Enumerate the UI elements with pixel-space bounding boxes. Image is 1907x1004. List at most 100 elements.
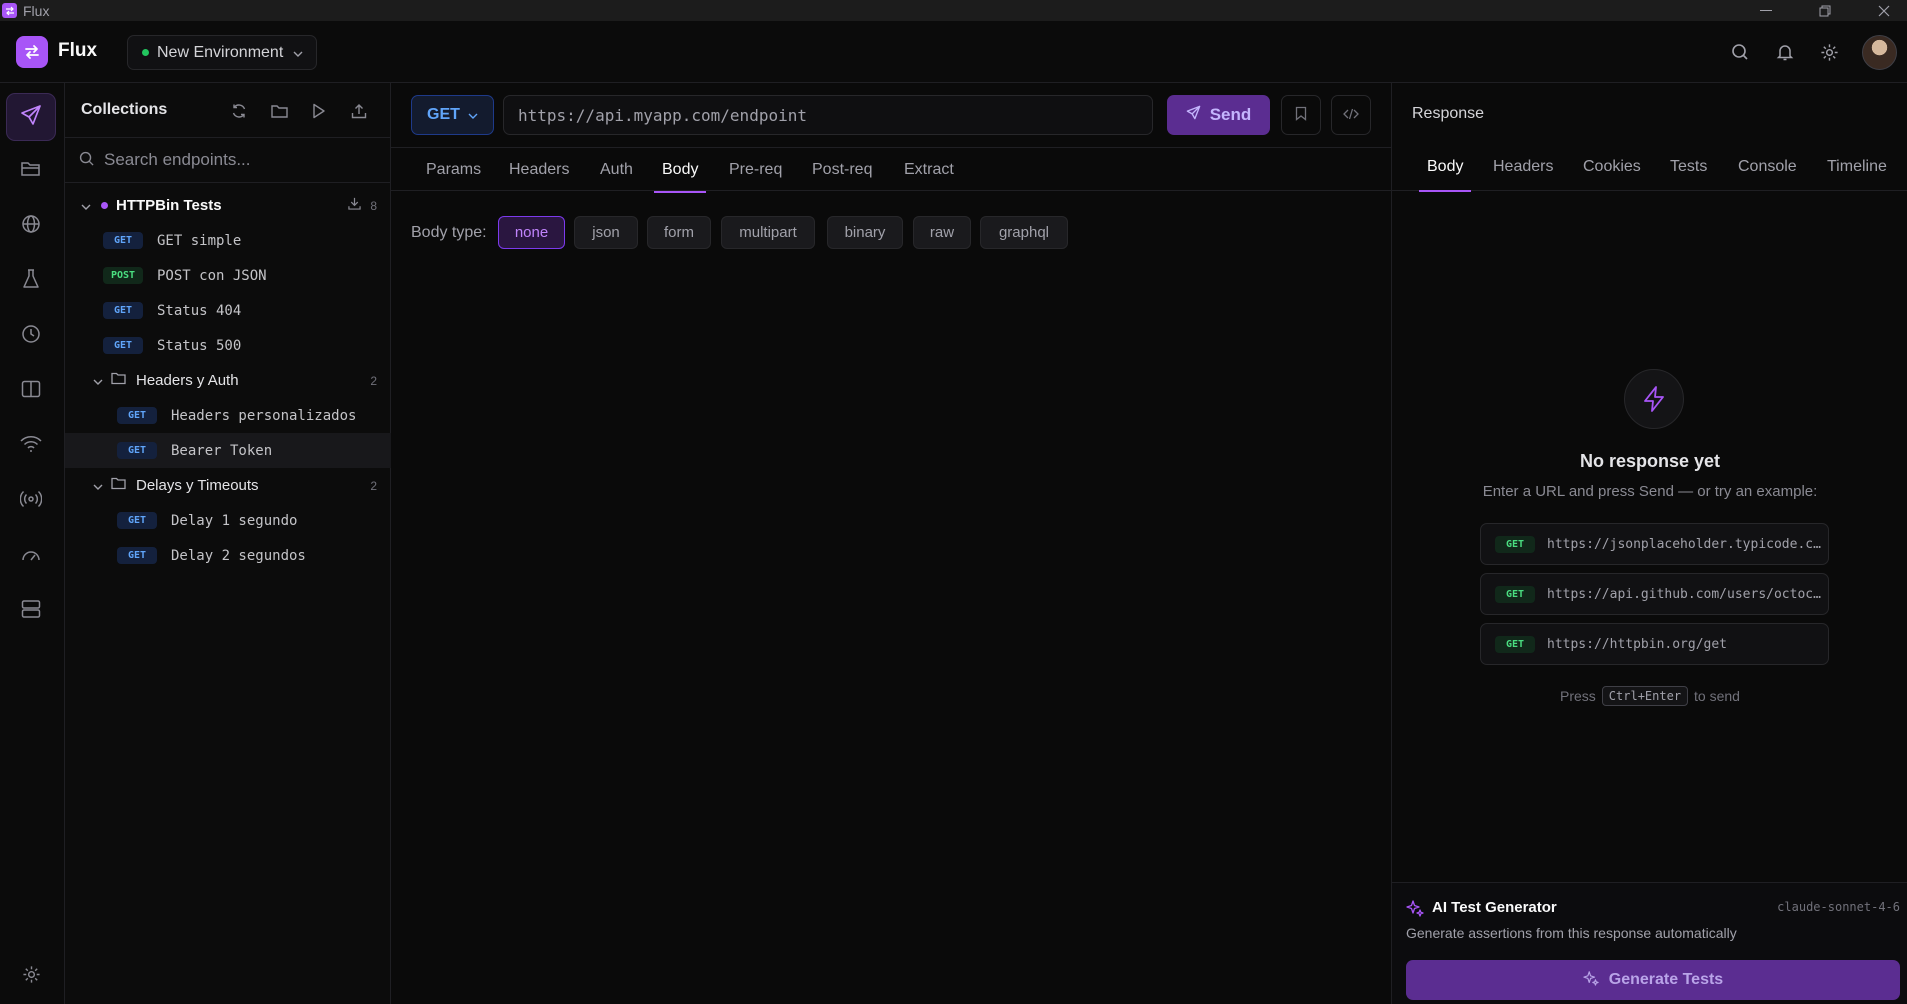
list-item[interactable]: GET Status 404 xyxy=(65,293,391,328)
gear-icon xyxy=(22,965,41,988)
tab-params[interactable]: Params xyxy=(426,148,481,192)
request-name: Delay 2 segundos xyxy=(171,547,306,564)
avatar[interactable] xyxy=(1862,35,1897,70)
folder-icon[interactable] xyxy=(265,97,293,125)
flask-icon xyxy=(22,269,40,293)
tab-pre-req[interactable]: Pre-req xyxy=(729,148,782,192)
body-type-form[interactable]: form xyxy=(647,216,711,249)
bell-icon[interactable] xyxy=(1774,41,1796,63)
rail-item-performance[interactable] xyxy=(6,532,56,580)
body-type-binary[interactable]: binary xyxy=(827,216,903,249)
nav-rail xyxy=(0,83,65,1004)
tab-response-body[interactable]: Body xyxy=(1418,143,1473,192)
method-selector[interactable]: GET xyxy=(411,95,494,135)
method-badge: GET xyxy=(117,442,157,459)
environment-selector[interactable]: New Environment xyxy=(127,35,317,70)
download-icon[interactable] xyxy=(348,197,361,214)
rail-item-servers[interactable] xyxy=(6,587,56,635)
rail-item-history[interactable] xyxy=(6,312,56,360)
body-type-multipart[interactable]: multipart xyxy=(721,216,815,249)
method-badge: GET xyxy=(117,512,157,529)
rail-item-tests[interactable] xyxy=(6,257,56,305)
globe-icon xyxy=(21,214,41,238)
play-icon[interactable] xyxy=(305,97,333,125)
clock-icon xyxy=(21,324,41,348)
list-item[interactable]: GET Status 500 xyxy=(65,328,391,363)
bookmark-button[interactable] xyxy=(1281,95,1321,135)
rail-item-docs[interactable] xyxy=(6,367,56,415)
rail-item-realtime[interactable] xyxy=(6,477,56,525)
tab-response-tests[interactable]: Tests xyxy=(1670,143,1707,191)
send-button[interactable]: Send xyxy=(1167,95,1270,135)
tab-response-headers[interactable]: Headers xyxy=(1493,143,1553,191)
request-name: Headers personalizados xyxy=(171,407,357,424)
refresh-icon[interactable] xyxy=(225,97,253,125)
body-type-graphql[interactable]: graphql xyxy=(980,216,1068,249)
rail-item-requests[interactable] xyxy=(6,93,56,141)
search-icon[interactable] xyxy=(1729,41,1751,63)
list-item[interactable]: GET Bearer Token xyxy=(65,433,391,468)
list-item[interactable]: GET Delay 2 segundos xyxy=(65,538,391,573)
ai-title: AI Test Generator xyxy=(1432,899,1557,916)
tab-response-timeline[interactable]: Timeline xyxy=(1827,143,1887,191)
search-icon xyxy=(79,151,94,170)
tab-headers[interactable]: Headers xyxy=(509,148,569,192)
example-request[interactable]: GET https://httpbin.org/get xyxy=(1480,623,1829,665)
gear-icon[interactable] xyxy=(1818,41,1840,63)
folder-open-icon xyxy=(21,160,41,182)
close-icon[interactable] xyxy=(1861,0,1907,21)
request-name: Status 404 xyxy=(157,302,242,319)
folder-name: Headers y Auth xyxy=(136,372,239,389)
window-titlebar: Flux xyxy=(0,0,1907,21)
ai-model: claude-sonnet-4-6 xyxy=(1777,900,1900,914)
environment-name: New Environment xyxy=(157,43,284,61)
list-item[interactable]: GET GET simple xyxy=(65,223,391,258)
example-request[interactable]: GET https://jsonplaceholder.typicode.com… xyxy=(1480,523,1829,565)
method-badge: GET xyxy=(103,302,143,319)
rail-item-websocket[interactable] xyxy=(6,422,56,470)
body-type-raw[interactable]: raw xyxy=(913,216,971,249)
rail-item-environments[interactable] xyxy=(6,202,56,250)
list-item[interactable]: GET Headers personalizados xyxy=(65,398,391,433)
url-bar xyxy=(503,95,1153,135)
search-input[interactable] xyxy=(104,150,364,170)
bookmark-icon xyxy=(1295,106,1307,125)
folder-item[interactable]: Headers y Auth 2 xyxy=(65,363,391,398)
collection-group[interactable]: HTTPBin Tests 8 xyxy=(65,188,391,223)
tab-body[interactable]: Body xyxy=(653,148,708,193)
rail-item-collections[interactable] xyxy=(6,147,56,195)
restore-icon[interactable] xyxy=(1802,0,1848,21)
tab-response-console[interactable]: Console xyxy=(1738,143,1797,191)
code-snippet-button[interactable] xyxy=(1331,95,1371,135)
example-request[interactable]: GET https://api.github.com/users/octocat xyxy=(1480,573,1829,615)
rail-item-settings[interactable] xyxy=(6,952,56,1000)
list-item[interactable]: POST POST con JSON xyxy=(65,258,391,293)
tab-auth[interactable]: Auth xyxy=(600,148,633,192)
folder-item[interactable]: Delays y Timeouts 2 xyxy=(65,468,391,503)
chevron-down-icon xyxy=(468,106,478,124)
shortcut-key: Ctrl+Enter xyxy=(1601,686,1689,706)
tab-response-cookies[interactable]: Cookies xyxy=(1583,143,1641,191)
window-title: Flux xyxy=(23,2,50,19)
body-type-none[interactable]: none xyxy=(498,216,565,249)
shortcut-hint: Press Ctrl+Enter to send xyxy=(1392,686,1907,706)
upload-icon[interactable] xyxy=(345,97,373,125)
app-name: Flux xyxy=(58,40,98,61)
collection-count: 8 xyxy=(370,198,377,213)
method-badge: GET xyxy=(103,337,143,354)
empty-state-subtitle: Enter a URL and press Send — or try an e… xyxy=(1482,483,1818,500)
minimize-icon[interactable] xyxy=(1743,0,1789,21)
list-item[interactable]: GET Delay 1 segundo xyxy=(65,503,391,538)
environment-status-dot xyxy=(142,49,149,56)
method-badge: GET xyxy=(103,232,143,249)
generate-tests-button[interactable]: Generate Tests xyxy=(1406,960,1900,1000)
tab-post-req[interactable]: Post-req xyxy=(812,148,872,192)
body-type-json[interactable]: json xyxy=(574,216,638,249)
tab-extract[interactable]: Extract xyxy=(904,148,954,192)
gauge-icon xyxy=(21,545,41,567)
empty-state-title: No response yet xyxy=(1579,451,1721,471)
request-name: Delay 1 segundo xyxy=(171,512,298,529)
collections-panel: Collections HTTPBin Tests 8 GET GET simp… xyxy=(65,83,391,1004)
url-input[interactable] xyxy=(518,105,1118,125)
collections-header: Collections xyxy=(65,83,391,137)
